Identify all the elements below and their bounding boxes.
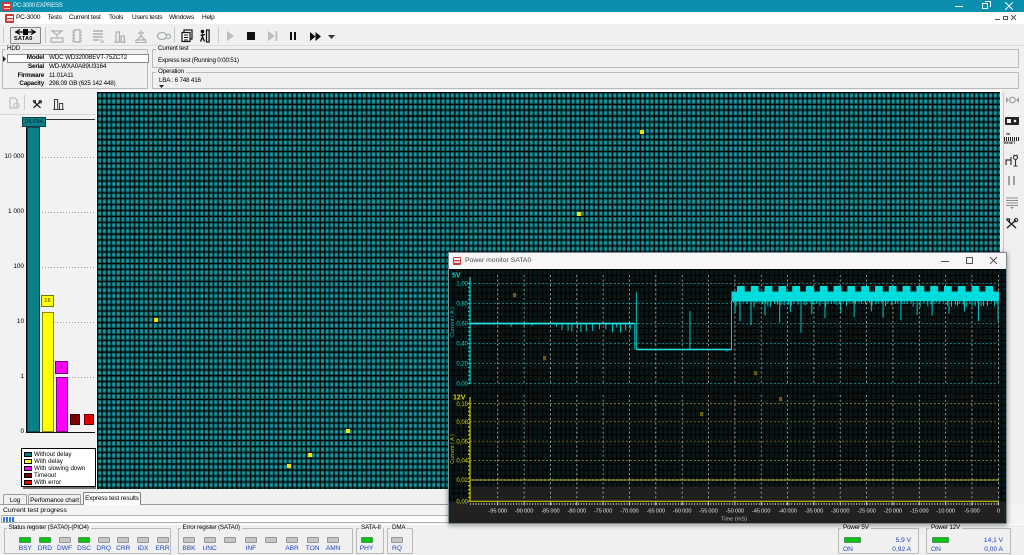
svg-text:-65 000: -65 000 <box>647 509 666 515</box>
svg-text:12V: 12V <box>453 395 466 402</box>
svg-text:0,00: 0,00 <box>456 382 468 388</box>
svg-text:-45 000: -45 000 <box>752 509 771 515</box>
svg-text:1,00: 1,00 <box>456 282 468 288</box>
svg-text:-80 000: -80 000 <box>568 509 587 515</box>
svg-text:0,02: 0,02 <box>456 478 468 484</box>
svg-text:-35 000: -35 000 <box>805 509 824 515</box>
svg-text:-15 000: -15 000 <box>910 509 929 515</box>
svg-text:0,60: 0,60 <box>456 322 468 328</box>
svg-text:5V: 5V <box>452 273 461 280</box>
svg-text:-50 000: -50 000 <box>726 509 745 515</box>
svg-text:-90 000: -90 000 <box>515 509 534 515</box>
svg-text:0,04: 0,04 <box>456 459 468 465</box>
svg-text:0: 0 <box>997 509 1000 515</box>
svg-text:-30 000: -30 000 <box>831 509 850 515</box>
svg-text:-85 000: -85 000 <box>541 509 560 515</box>
svg-text:-25 000: -25 000 <box>857 509 876 515</box>
svg-text:-75 000: -75 000 <box>594 509 613 515</box>
svg-text:-5 000: -5 000 <box>964 509 979 515</box>
svg-text:0,08: 0,08 <box>456 420 468 426</box>
svg-text:-40 000: -40 000 <box>778 509 797 515</box>
svg-text:-10 000: -10 000 <box>936 509 955 515</box>
svg-text:0,00: 0,00 <box>456 500 468 506</box>
svg-text:-20 000: -20 000 <box>884 509 903 515</box>
svg-text:Current ( A ): Current ( A ) <box>450 307 456 337</box>
svg-text:-60 000: -60 000 <box>673 509 692 515</box>
svg-text:0,20: 0,20 <box>456 362 468 368</box>
svg-text:0,06: 0,06 <box>456 439 468 445</box>
svg-text:-95 000: -95 000 <box>488 509 507 515</box>
svg-text:0,10: 0,10 <box>456 402 468 408</box>
svg-text:0,80: 0,80 <box>456 302 468 308</box>
svg-text:0,40: 0,40 <box>456 342 468 348</box>
svg-text:-55 000: -55 000 <box>699 509 718 515</box>
svg-text:Current ( A ): Current ( A ) <box>450 434 456 464</box>
svg-text:Time (mS): Time (mS) <box>721 517 747 523</box>
svg-text:-70 000: -70 000 <box>620 509 639 515</box>
